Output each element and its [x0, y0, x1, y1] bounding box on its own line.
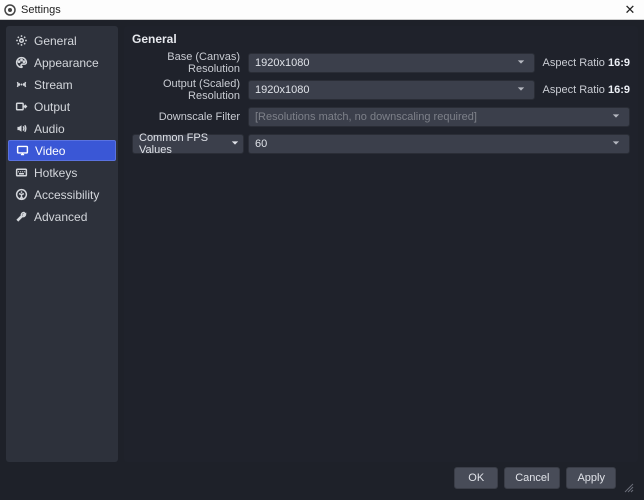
sidebar-item-label: Accessibility — [34, 188, 99, 202]
ok-button[interactable]: OK — [454, 467, 498, 489]
content-area: General Base (Canvas) Resolution 1920x10… — [124, 26, 638, 462]
sidebar-item-general[interactable]: General — [8, 30, 116, 51]
accessibility-icon — [14, 188, 28, 202]
keyboard-icon — [14, 166, 28, 180]
sidebar-item-label: Appearance — [34, 56, 99, 70]
row-fps: Common FPS Values 60 — [132, 133, 630, 155]
titlebar: Settings ✕ — [0, 0, 644, 20]
chevron-down-icon — [514, 57, 528, 69]
fps-value-select[interactable]: 60 — [248, 134, 630, 154]
downscale-filter-label: Downscale Filter — [132, 111, 244, 123]
output-resolution-label: Output (Scaled) Resolution — [132, 78, 244, 102]
panel-general: General Base (Canvas) Resolution 1920x10… — [124, 26, 638, 170]
base-resolution-select[interactable]: 1920x1080 — [248, 53, 535, 73]
base-resolution-value: 1920x1080 — [255, 57, 309, 69]
chevron-down-icon — [609, 111, 623, 123]
sidebar-item-stream[interactable]: Stream — [8, 74, 116, 95]
window-body: General Appearance Stream Output Audio V… — [0, 20, 644, 462]
row-downscale-filter: Downscale Filter [Resolutions match, no … — [132, 106, 630, 128]
app-icon — [4, 4, 16, 16]
resize-grip[interactable] — [624, 482, 636, 494]
speaker-icon — [14, 122, 28, 136]
output-icon — [14, 100, 28, 114]
sidebar-item-video[interactable]: Video — [8, 140, 116, 161]
sidebar-item-output[interactable]: Output — [8, 96, 116, 117]
sidebar-item-label: Stream — [34, 78, 73, 92]
sidebar-item-appearance[interactable]: Appearance — [8, 52, 116, 73]
output-resolution-value: 1920x1080 — [255, 84, 309, 96]
base-resolution-label: Base (Canvas) Resolution — [132, 51, 244, 75]
sidebar-item-label: Video — [35, 144, 65, 158]
sidebar-item-label: Hotkeys — [34, 166, 77, 180]
wrench-icon — [14, 210, 28, 224]
row-base-resolution: Base (Canvas) Resolution 1920x1080 Aspec… — [132, 52, 630, 74]
fps-mode-select[interactable]: Common FPS Values — [132, 134, 244, 154]
monitor-icon — [15, 144, 29, 158]
fps-mode-label: Common FPS Values — [139, 132, 227, 156]
sidebar-item-label: General — [34, 34, 77, 48]
output-aspect-ratio: Aspect Ratio 16:9 — [539, 84, 630, 96]
downscale-filter-select[interactable]: [Resolutions match, no downscaling requi… — [248, 107, 630, 127]
sidebar-item-audio[interactable]: Audio — [8, 118, 116, 139]
apply-button[interactable]: Apply — [566, 467, 616, 489]
panel-title: General — [132, 32, 630, 46]
chevron-down-icon — [514, 84, 528, 96]
footer: OK Cancel Apply — [0, 462, 644, 494]
chevron-down-icon — [609, 138, 623, 150]
sidebar-item-accessibility[interactable]: Accessibility — [8, 184, 116, 205]
fps-value: 60 — [255, 138, 267, 150]
sidebar-item-label: Output — [34, 100, 70, 114]
downscale-filter-value: [Resolutions match, no downscaling requi… — [255, 111, 477, 123]
sidebar: General Appearance Stream Output Audio V… — [6, 26, 118, 462]
row-output-resolution: Output (Scaled) Resolution 1920x1080 Asp… — [132, 79, 630, 101]
close-button[interactable]: ✕ — [620, 2, 640, 18]
cancel-button[interactable]: Cancel — [504, 467, 560, 489]
sidebar-item-label: Audio — [34, 122, 65, 136]
chevron-down-icon — [231, 138, 239, 150]
output-resolution-select[interactable]: 1920x1080 — [248, 80, 535, 100]
gear-icon — [14, 34, 28, 48]
antenna-icon — [14, 78, 28, 92]
window-title: Settings — [21, 4, 620, 16]
palette-icon — [14, 56, 28, 70]
sidebar-item-label: Advanced — [34, 210, 87, 224]
base-aspect-ratio: Aspect Ratio 16:9 — [539, 57, 630, 69]
sidebar-item-hotkeys[interactable]: Hotkeys — [8, 162, 116, 183]
sidebar-item-advanced[interactable]: Advanced — [8, 206, 116, 227]
